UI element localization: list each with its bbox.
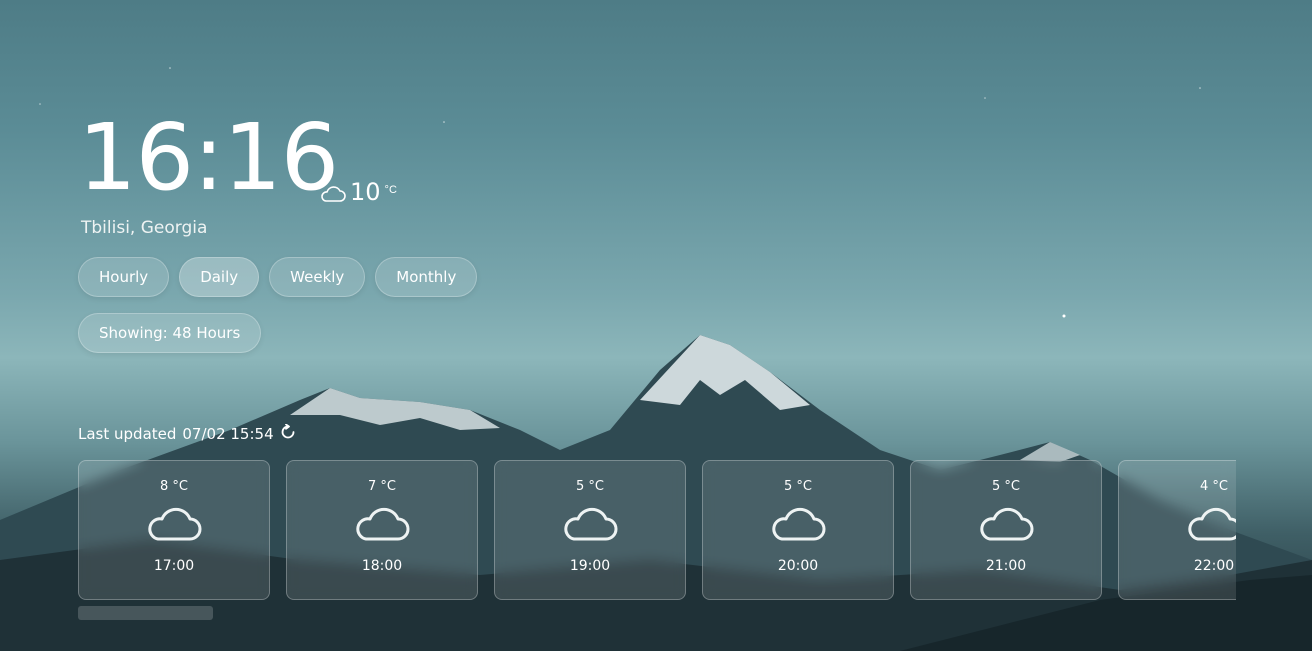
forecast-time: 17:00: [153, 558, 195, 574]
cloud-icon: [320, 186, 346, 207]
current-temperature-unit: °C: [384, 184, 397, 196]
forecast-unit: °C: [796, 479, 812, 494]
cloud-icon: [1185, 506, 1236, 546]
forecast-unit: °C: [588, 479, 604, 494]
forecast-card[interactable]: 7 °C 18:00: [286, 460, 478, 600]
forecast-temperature: 5: [992, 479, 1001, 494]
forecast-time: 21:00: [985, 558, 1027, 574]
forecast-unit: °C: [1004, 479, 1020, 494]
location-label: Tbilisi, Georgia: [81, 218, 208, 238]
forecast-time: 19:00: [569, 558, 611, 574]
current-weather: 10 °C: [320, 180, 397, 207]
cloud-icon: [769, 506, 827, 546]
forecast-unit: °C: [1212, 479, 1228, 494]
forecast-card[interactable]: 8 °C 17:00: [78, 460, 270, 600]
forecast-time: 18:00: [361, 558, 403, 574]
cloud-icon: [561, 506, 619, 546]
forecast-time: 20:00: [777, 558, 819, 574]
forecast-unit: °C: [172, 479, 188, 494]
forecast-temperature: 5: [576, 479, 585, 494]
last-updated-label: Last updated: [78, 425, 177, 443]
cloud-icon: [977, 506, 1035, 546]
forecast-temperature: 7: [368, 479, 377, 494]
forecast-card[interactable]: 5 °C 20:00: [702, 460, 894, 600]
refresh-icon[interactable]: [280, 423, 296, 444]
tab-hourly[interactable]: Hourly: [78, 257, 170, 297]
range-tabs: Hourly Daily Weekly Monthly: [78, 257, 478, 297]
forecast-card[interactable]: 4 °C 22:00: [1118, 460, 1236, 600]
tab-daily[interactable]: Daily: [179, 257, 260, 297]
showing-range-button[interactable]: Showing: 48 Hours: [78, 313, 262, 353]
forecast-list: 8 °C 17:00 7 °C 18:00 5 °C 19:00 5 °C 20…: [78, 460, 1236, 600]
cloud-icon: [353, 506, 411, 546]
forecast-carousel[interactable]: 8 °C 17:00 7 °C 18:00 5 °C 19:00 5 °C 20…: [78, 460, 1236, 600]
tab-weekly[interactable]: Weekly: [269, 257, 366, 297]
clock-time: 16:16: [78, 104, 339, 211]
forecast-temperature: 5: [784, 479, 793, 494]
forecast-temperature: 4: [1200, 479, 1209, 494]
carousel-scrollbar-thumb[interactable]: [78, 606, 213, 620]
last-updated: Last updated 07/02 15:54: [78, 423, 296, 444]
current-temperature: 10: [350, 178, 381, 206]
cloud-icon: [145, 506, 203, 546]
last-updated-value: 07/02 15:54: [182, 425, 274, 443]
forecast-temperature: 8: [160, 479, 169, 494]
forecast-time: 22:00: [1193, 558, 1235, 574]
tab-monthly[interactable]: Monthly: [375, 257, 478, 297]
forecast-unit: °C: [380, 479, 396, 494]
forecast-card[interactable]: 5 °C 19:00: [494, 460, 686, 600]
forecast-card[interactable]: 5 °C 21:00: [910, 460, 1102, 600]
